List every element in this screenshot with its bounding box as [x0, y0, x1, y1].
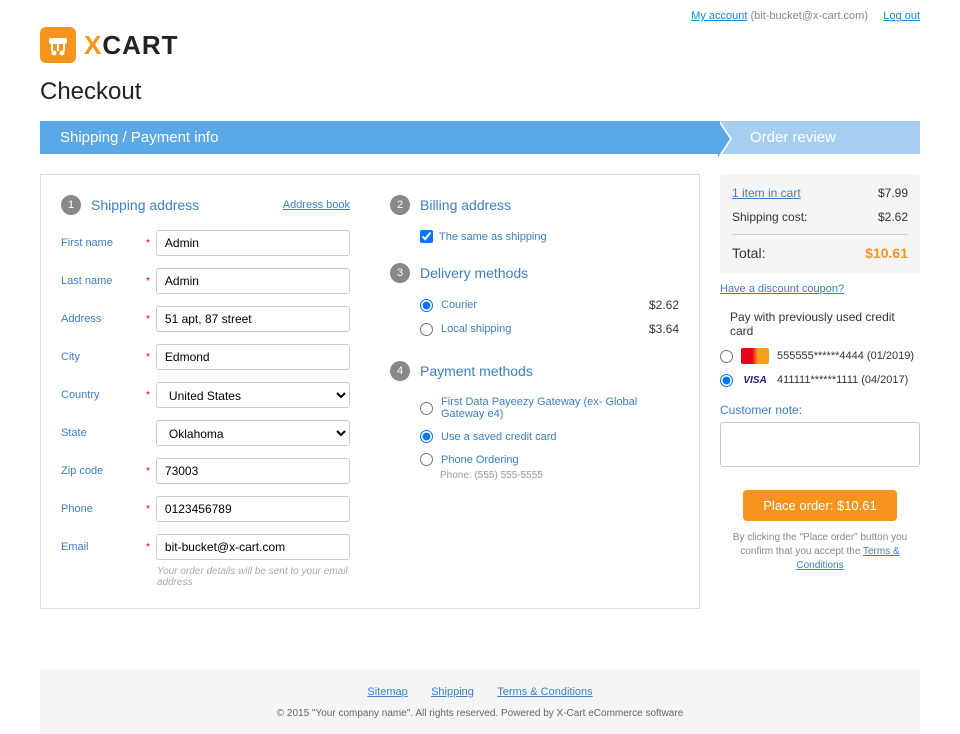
delivery-courier-price: $2.62	[649, 298, 679, 312]
page-title: Checkout	[40, 78, 920, 106]
delivery-title: Delivery methods	[420, 265, 528, 281]
card-visa-radio[interactable]	[720, 374, 733, 387]
payment-saved-label: Use a saved credit card	[441, 431, 679, 443]
shipping-cost-value: $2.62	[878, 210, 908, 224]
input-city[interactable]	[156, 344, 350, 370]
label-city: City	[61, 351, 146, 363]
step-3-badge: 3	[390, 263, 410, 283]
label-zip: Zip code	[61, 465, 146, 477]
user-email: (bit-bucket@x-cart.com)	[750, 10, 868, 22]
label-phone: Phone	[61, 503, 146, 515]
top-nav: My account (bit-bucket@x-cart.com) Log o…	[40, 10, 920, 22]
input-zip[interactable]	[156, 458, 350, 484]
payment-payeezy-label: First Data Payeezy Gateway (ex- Global G…	[441, 396, 679, 420]
input-address[interactable]	[156, 306, 350, 332]
step-1-badge: 1	[61, 195, 81, 215]
progress-bar: Shipping / Payment info Order review	[40, 121, 920, 154]
select-country[interactable]: United States	[156, 382, 350, 408]
input-phone[interactable]	[156, 496, 350, 522]
delivery-courier-label: Courier	[441, 299, 649, 311]
delivery-local-price: $3.64	[649, 322, 679, 336]
shipping-cost-label: Shipping cost:	[732, 210, 807, 224]
place-order-button[interactable]: Place order: $10.61	[743, 490, 896, 521]
payment-phone-radio[interactable]	[420, 453, 433, 466]
payment-title: Payment methods	[420, 363, 533, 379]
input-email[interactable]	[156, 534, 350, 560]
label-country: Country	[61, 389, 146, 401]
card-visa-number: 411111******1111 (04/2017)	[777, 374, 908, 386]
checkout-form: 1 Shipping address Address book First na…	[40, 174, 700, 609]
total-value: $10.61	[865, 245, 908, 261]
cart-items-link[interactable]: 1 item in cart	[732, 186, 801, 200]
progress-step-review[interactable]: Order review	[720, 121, 920, 154]
customer-note-label: Customer note:	[720, 403, 920, 417]
cart-icon	[40, 27, 76, 63]
label-email: Email	[61, 541, 146, 553]
card-mc-number: 555555******4444 (01/2019)	[777, 350, 914, 362]
billing-title: Billing address	[420, 197, 511, 213]
order-summary: 1 item in cart$7.99 Shipping cost:$2.62 …	[720, 174, 920, 573]
logo[interactable]: XCART	[40, 27, 920, 63]
coupon-link[interactable]: Have a discount coupon?	[720, 283, 920, 295]
label-address: Address	[61, 313, 146, 325]
same-as-shipping-label: The same as shipping	[439, 231, 547, 243]
logo-text: XCART	[84, 30, 179, 61]
delivery-local-label: Local shipping	[441, 323, 649, 335]
pay-previous-label: Pay with previously used credit card	[730, 310, 920, 338]
footer-shipping[interactable]: Shipping	[431, 686, 474, 698]
payment-saved-radio[interactable]	[420, 430, 433, 443]
terms-text: By clicking the "Place order" button you…	[720, 531, 920, 573]
my-account-link[interactable]: My account	[691, 10, 747, 22]
label-state: State	[61, 427, 146, 439]
payment-phone-label: Phone Ordering	[441, 454, 679, 466]
footer-sitemap[interactable]: Sitemap	[367, 686, 407, 698]
card-mc-radio[interactable]	[720, 350, 733, 363]
select-state[interactable]: Oklahoma	[156, 420, 350, 446]
payment-payeezy-radio[interactable]	[420, 402, 433, 415]
footer: Sitemap Shipping Terms & Conditions © 20…	[40, 669, 920, 734]
copyright: © 2015 "Your company name". All rights r…	[55, 708, 905, 719]
label-firstname: First name	[61, 237, 146, 249]
footer-terms[interactable]: Terms & Conditions	[497, 686, 592, 698]
input-firstname[interactable]	[156, 230, 350, 256]
customer-note-textarea[interactable]	[720, 422, 920, 467]
items-price: $7.99	[878, 186, 908, 200]
mastercard-icon	[741, 348, 769, 364]
total-label: Total:	[732, 245, 765, 261]
step-2-badge: 2	[390, 195, 410, 215]
shipping-title: Shipping address	[91, 197, 199, 213]
input-lastname[interactable]	[156, 268, 350, 294]
address-book-link[interactable]: Address book	[283, 199, 350, 211]
delivery-courier-radio[interactable]	[420, 299, 433, 312]
email-hint: Your order details will be sent to your …	[157, 566, 350, 588]
same-as-shipping-checkbox[interactable]	[420, 230, 433, 243]
delivery-local-radio[interactable]	[420, 323, 433, 336]
progress-step-shipping[interactable]: Shipping / Payment info	[40, 121, 720, 154]
logout-link[interactable]: Log out	[883, 10, 920, 22]
label-lastname: Last name	[61, 275, 146, 287]
visa-icon: VISA	[741, 372, 769, 388]
step-4-badge: 4	[390, 361, 410, 381]
payment-phone-sub: Phone: (555) 555-5555	[440, 470, 679, 481]
